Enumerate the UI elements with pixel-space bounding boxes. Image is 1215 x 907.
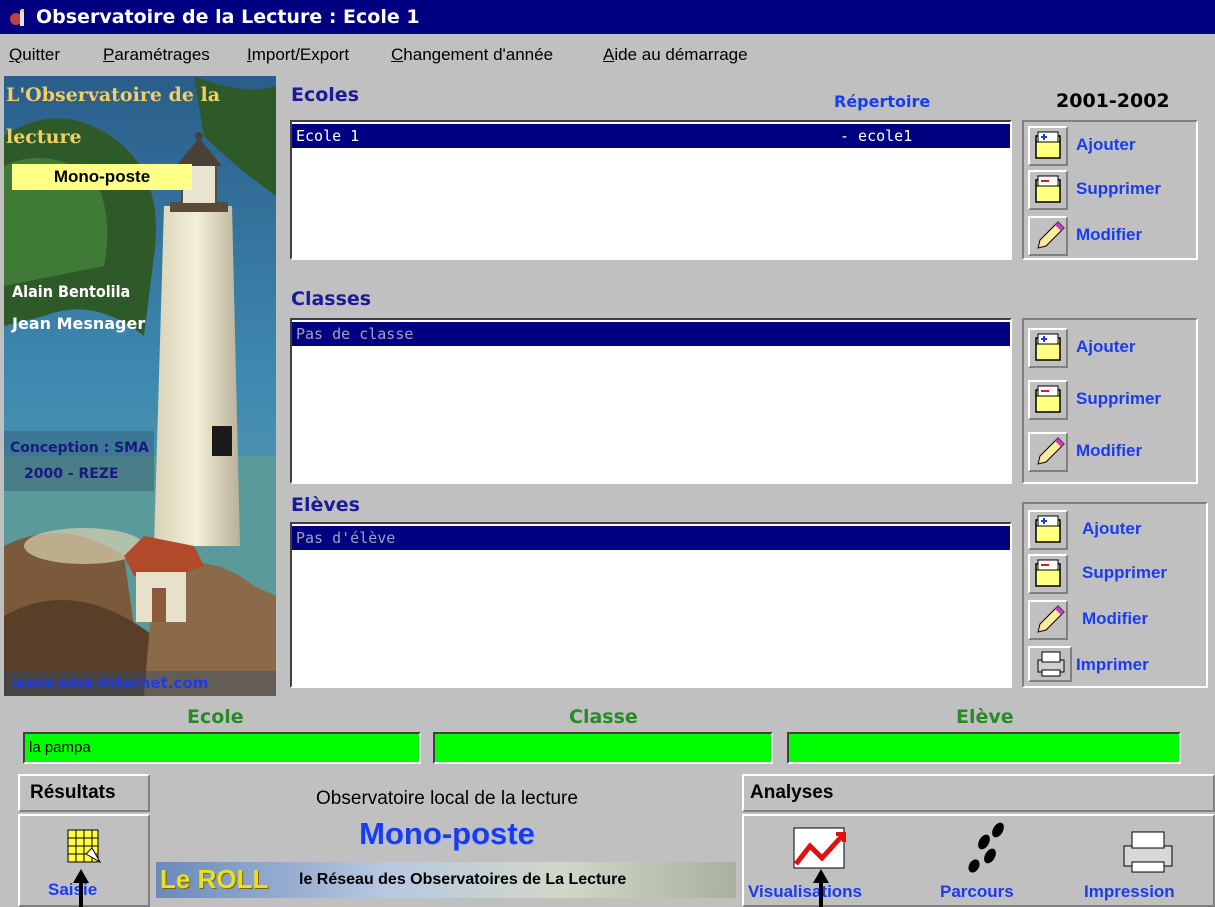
classe-edit-button[interactable]: Modifier: [1024, 430, 1215, 474]
menu-quitter[interactable]: Quitter: [9, 40, 60, 70]
roll-banner: Le ROLL le Réseau des Observatoires de L…: [156, 862, 736, 898]
eleves-buttons: Ajouter Supprimer Modifier Imprimer: [1022, 502, 1208, 688]
center-heading: Observatoire local de la lecture: [316, 788, 578, 809]
footprints-icon: [968, 822, 1004, 873]
pencil-icon: [1028, 432, 1068, 472]
pencil-icon: [1028, 600, 1068, 640]
arrow-pointer-icon: [813, 869, 829, 907]
ecole-name: Ecole 1: [296, 127, 360, 145]
classe-delete-button[interactable]: Supprimer: [1024, 378, 1215, 422]
sidebar-website[interactable]: www.sma-internet.com: [12, 674, 208, 692]
delete-label: Supprimer: [1082, 563, 1168, 582]
sidebar-author1: Alain Bentolila: [12, 282, 131, 301]
parcours-label: Parcours: [940, 882, 1014, 901]
print-label: Imprimer: [1076, 655, 1149, 674]
app-icon: [10, 9, 24, 26]
classes-buttons: Ajouter Supprimer Modifier: [1022, 318, 1198, 484]
center-mode: Mono-poste: [359, 816, 535, 851]
eleve-print-button[interactable]: Imprimer: [1024, 644, 1215, 688]
pencil-icon: [1028, 216, 1068, 256]
resultats-title: Résultats: [30, 782, 116, 803]
ecoles-list[interactable]: Ecole 1 - ecole1: [290, 120, 1012, 260]
sidebar-badge: Mono-poste: [53, 167, 151, 186]
eleve-field[interactable]: [787, 732, 1181, 764]
ecole-field-label: Ecole: [187, 706, 244, 728]
folder-add-icon: [1028, 328, 1068, 368]
eleve-edit-button[interactable]: Modifier: [1024, 598, 1215, 642]
delete-label: Supprimer: [1076, 179, 1162, 198]
repertoire-label: Répertoire: [834, 92, 931, 111]
ecoles-buttons: Ajouter Supprimer Modifier: [1022, 120, 1198, 260]
sidebar-title-line1: L'Observatoire de la: [6, 84, 221, 106]
edit-label: Modifier: [1076, 225, 1143, 244]
sidebar-title-line2: lecture: [6, 126, 82, 148]
folder-delete-icon: [1028, 380, 1068, 420]
selection-panel: Ecole Classe Elève la pampa: [4, 700, 1215, 770]
roll-text: le Réseau des Observatoires de La Lectur…: [299, 871, 627, 888]
sidebar-author2: Jean Mesnager: [12, 314, 146, 333]
add-label: Ajouter: [1082, 519, 1142, 538]
center-info: Observatoire local de la lecture Mono-po…: [156, 774, 738, 907]
title-bar: Observatoire de la Lecture : Ecole 1: [0, 0, 1215, 34]
arrow-pointer-icon: [73, 869, 89, 907]
grid-entry-icon: [67, 829, 102, 864]
eleves-panel: Elèves Pas d'élève Ajouter Supprimer Mod…: [281, 488, 1215, 694]
edit-label: Modifier: [1076, 441, 1143, 460]
delete-label: Supprimer: [1076, 389, 1162, 408]
ecoles-title: Ecoles: [291, 84, 360, 106]
classe-add-button[interactable]: Ajouter: [1024, 326, 1215, 370]
add-label: Ajouter: [1076, 135, 1136, 154]
eleves-title: Elèves: [291, 494, 360, 516]
add-label: Ajouter: [1076, 337, 1136, 356]
list-item[interactable]: Pas de classe: [292, 322, 1010, 346]
folder-delete-icon: [1028, 554, 1068, 594]
sidebar-conception1: Conception : SMA: [10, 440, 149, 456]
classe-field-label: Classe: [569, 706, 638, 728]
ecole-delete-button[interactable]: Supprimer: [1024, 168, 1215, 212]
window-title: Observatoire de la Lecture : Ecole 1: [36, 6, 420, 28]
impression-label: Impression: [1084, 882, 1175, 901]
sidebar-illustration: L'Observatoire de la lecture Mono-poste …: [4, 76, 276, 696]
classes-panel: Classes Pas de classe Ajouter Supprimer …: [281, 280, 1215, 488]
main-window: Observatoire de la Lecture : Ecole 1 Qui…: [0, 0, 1215, 907]
folder-add-icon: [1028, 510, 1068, 550]
resultats-header: Résultats: [18, 774, 150, 812]
eleves-list[interactable]: Pas d'élève: [290, 522, 1012, 688]
parcours-button[interactable]: Parcours: [922, 816, 1052, 907]
ecole-edit-button[interactable]: Modifier: [1024, 214, 1215, 258]
menu-import-export[interactable]: Import/Export: [247, 40, 349, 70]
eleve-field-label: Elève: [956, 706, 1014, 728]
folder-add-icon: [1028, 126, 1068, 166]
classes-title: Classes: [291, 288, 372, 310]
ecoles-panel: Ecoles Répertoire 2001-2002 Ecole 1 - ec…: [281, 76, 1215, 276]
ecole-field[interactable]: la pampa: [23, 732, 421, 764]
eleve-delete-button[interactable]: Supprimer: [1024, 552, 1215, 596]
analyses-title: Analyses: [750, 782, 834, 803]
menu-changement-annee[interactable]: Changement d'année: [391, 40, 553, 70]
printer-icon: [1028, 646, 1072, 682]
year-label: 2001-2002: [1056, 90, 1170, 112]
edit-label: Modifier: [1082, 609, 1149, 628]
impression-button[interactable]: Impression: [1074, 816, 1214, 907]
classes-list[interactable]: Pas de classe: [290, 318, 1012, 484]
menu-bar: Quitter Paramétrages Import/Export Chang…: [0, 40, 1215, 70]
sidebar-conception2: 2000 - REZE: [24, 466, 119, 482]
classe-field[interactable]: [433, 732, 773, 764]
roll-logo: Le ROLL: [160, 864, 269, 894]
eleve-add-button[interactable]: Ajouter: [1024, 508, 1215, 552]
list-item[interactable]: Ecole 1 - ecole1: [292, 124, 1010, 148]
list-item[interactable]: Pas d'élève: [292, 526, 1010, 550]
ecole-dir: - ecole1: [840, 127, 913, 145]
ecole-add-button[interactable]: Ajouter: [1024, 124, 1215, 168]
menu-aide[interactable]: Aide au démarrage: [603, 40, 748, 70]
visualisations-label: Visualisations: [748, 882, 863, 901]
analyses-header: Analyses: [742, 774, 1215, 812]
printer-icon: [1123, 831, 1173, 873]
menu-parametrages[interactable]: Paramétrages: [103, 40, 210, 70]
folder-delete-icon: [1028, 170, 1068, 210]
